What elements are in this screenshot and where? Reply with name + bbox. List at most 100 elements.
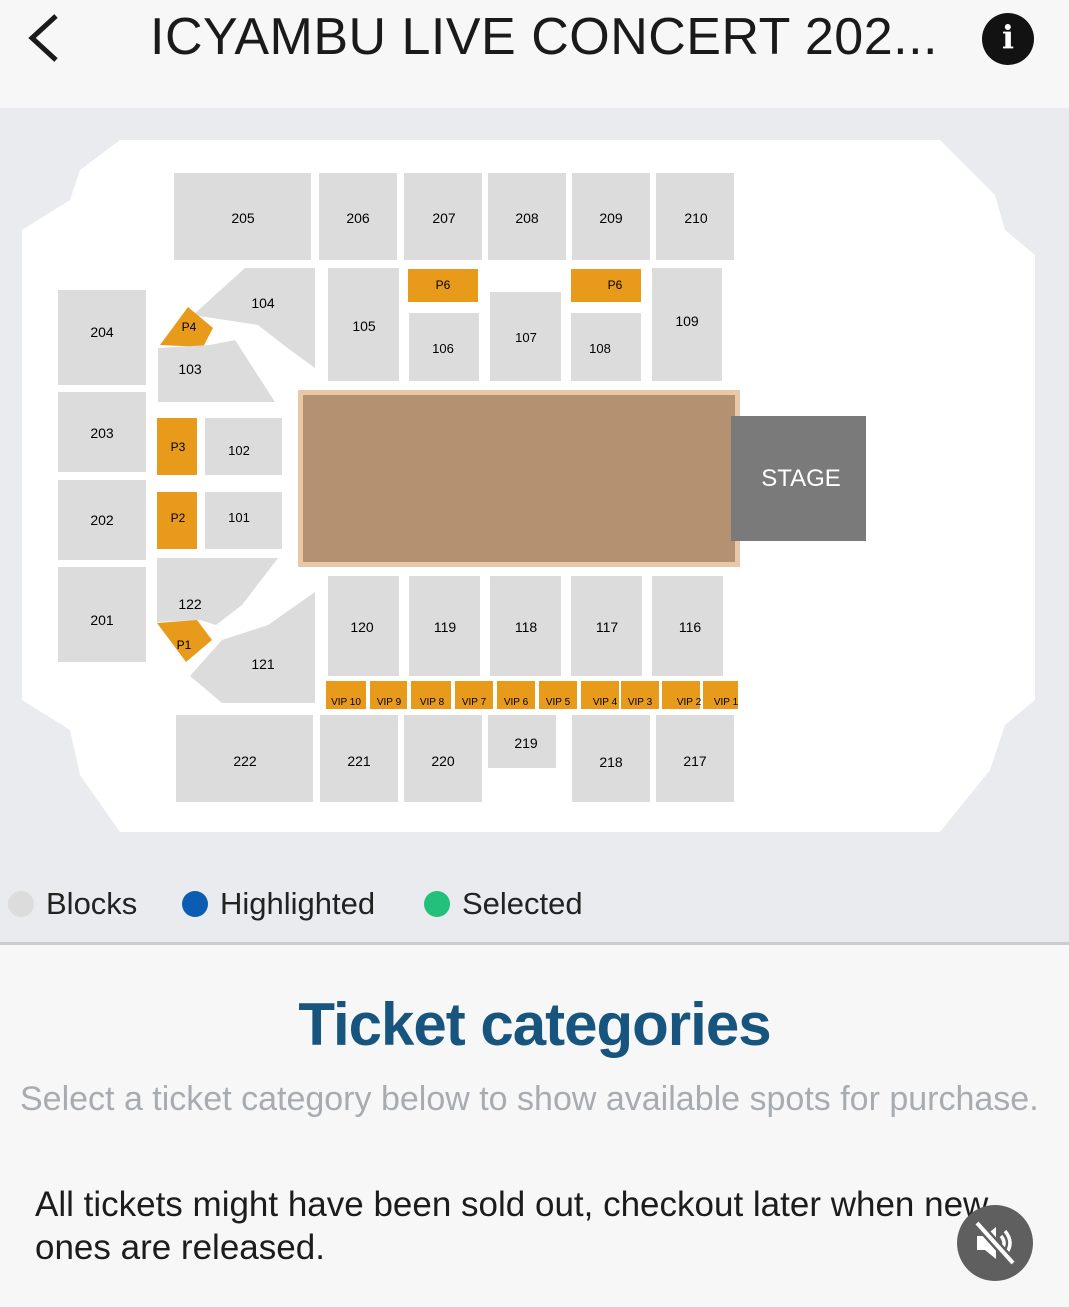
back-button[interactable] xyxy=(22,10,72,66)
svg-text:VIP 6: VIP 6 xyxy=(504,697,529,708)
section-116[interactable]: 116 xyxy=(652,576,723,676)
svg-text:121: 121 xyxy=(251,656,275,672)
svg-text:P6: P6 xyxy=(608,278,623,292)
svg-text:222: 222 xyxy=(233,753,257,769)
section-106[interactable]: 106 xyxy=(409,313,479,381)
legend-highlighted: Highlighted xyxy=(182,886,375,922)
svg-text:220: 220 xyxy=(431,753,455,769)
section-109[interactable]: 109 xyxy=(652,268,722,381)
svg-text:VIP 10: VIP 10 xyxy=(331,697,361,708)
section-105[interactable]: 105 xyxy=(328,268,399,381)
svg-text:VIP 1: VIP 1 xyxy=(714,697,739,708)
info-icon: i xyxy=(1001,18,1015,56)
floor-area[interactable] xyxy=(298,390,740,567)
svg-text:106: 106 xyxy=(432,341,454,356)
svg-text:202: 202 xyxy=(90,512,114,528)
section-207[interactable]: 207 xyxy=(404,173,482,260)
legend-highlighted-label: Highlighted xyxy=(220,886,376,921)
section-120[interactable]: 120 xyxy=(328,576,399,676)
section-218[interactable]: 218 xyxy=(572,715,650,802)
section-108[interactable]: 108 xyxy=(571,313,641,381)
svg-text:117: 117 xyxy=(596,619,619,635)
section-220[interactable]: 220 xyxy=(404,715,482,802)
section-p6-left[interactable]: P6 xyxy=(408,269,478,302)
section-209[interactable]: 209 xyxy=(572,173,650,260)
section-217[interactable]: 217 xyxy=(656,715,734,802)
svg-text:104: 104 xyxy=(251,295,275,311)
svg-text:VIP 2: VIP 2 xyxy=(677,697,702,708)
svg-text:221: 221 xyxy=(347,753,371,769)
svg-text:VIP 4: VIP 4 xyxy=(593,697,618,708)
section-vip4[interactable]: VIP 4 xyxy=(581,681,619,709)
section-202[interactable]: 202 xyxy=(58,480,146,560)
mute-button[interactable] xyxy=(957,1205,1033,1281)
info-button[interactable]: i xyxy=(982,13,1034,65)
section-vip5[interactable]: VIP 5 xyxy=(539,681,577,709)
svg-text:210: 210 xyxy=(684,210,708,226)
selected-dot xyxy=(424,891,450,917)
section-222[interactable]: 222 xyxy=(176,715,313,802)
svg-text:218: 218 xyxy=(599,754,623,770)
speaker-muted-icon xyxy=(973,1219,1017,1267)
section-221[interactable]: 221 xyxy=(320,715,398,802)
section-201[interactable]: 201 xyxy=(58,567,146,662)
section-vip6[interactable]: VIP 6 xyxy=(497,681,535,709)
svg-text:205: 205 xyxy=(231,210,255,226)
section-204[interactable]: 204 xyxy=(58,290,146,385)
venue-map-svg: 205 206 207 208 209 210 204 203 202 201 … xyxy=(22,140,1035,832)
section-101[interactable]: 101 xyxy=(205,492,282,549)
section-219[interactable]: 219 xyxy=(488,715,556,768)
section-p3[interactable]: P3 xyxy=(157,418,197,475)
seating-map: 205 206 207 208 209 210 204 203 202 201 … xyxy=(0,108,1069,942)
section-118[interactable]: 118 xyxy=(490,576,561,676)
section-vip1[interactable]: VIP 1 xyxy=(703,681,739,709)
svg-text:219: 219 xyxy=(514,735,538,751)
chevron-left-icon xyxy=(28,14,58,62)
svg-text:VIP 3: VIP 3 xyxy=(628,697,653,708)
section-102[interactable]: 102 xyxy=(205,418,282,475)
svg-text:120: 120 xyxy=(350,619,374,635)
highlighted-dot xyxy=(182,891,208,917)
section-p6-right[interactable]: P6 xyxy=(571,269,641,302)
legend-blocks-label: Blocks xyxy=(46,886,138,921)
section-vip8[interactable]: VIP 8 xyxy=(411,681,451,709)
section-205[interactable]: 205 xyxy=(174,173,311,260)
svg-text:105: 105 xyxy=(352,318,376,334)
map-legend: Blocks Highlighted Selected xyxy=(0,864,1069,945)
section-203[interactable]: 203 xyxy=(58,392,146,472)
section-vip2[interactable]: VIP 2 xyxy=(662,681,702,709)
svg-text:118: 118 xyxy=(515,619,538,635)
legend-blocks: Blocks xyxy=(8,886,137,922)
svg-text:217: 217 xyxy=(683,753,707,769)
svg-text:109: 109 xyxy=(675,313,699,329)
section-119[interactable]: 119 xyxy=(409,576,480,676)
section-vip7[interactable]: VIP 7 xyxy=(455,681,493,709)
page-title: ICYAMBU LIVE CONCERT 202... xyxy=(150,8,938,66)
svg-text:P2: P2 xyxy=(171,511,186,525)
svg-text:P1: P1 xyxy=(177,638,192,652)
svg-text:P3: P3 xyxy=(171,440,186,454)
svg-text:208: 208 xyxy=(515,210,539,226)
section-vip3[interactable]: VIP 3 xyxy=(621,681,659,709)
stage: STAGE xyxy=(731,416,866,541)
section-vip9[interactable]: VIP 9 xyxy=(370,681,407,709)
section-vip10[interactable]: VIP 10 xyxy=(326,681,366,709)
svg-text:203: 203 xyxy=(90,425,114,441)
svg-text:122: 122 xyxy=(178,596,202,612)
section-206[interactable]: 206 xyxy=(319,173,397,260)
svg-text:VIP 7: VIP 7 xyxy=(462,697,487,708)
ticket-categories-subtitle: Select a ticket category below to show a… xyxy=(20,1080,1039,1118)
blocks-dot xyxy=(8,891,34,917)
section-210[interactable]: 210 xyxy=(656,173,734,260)
svg-text:107: 107 xyxy=(515,330,537,345)
section-107[interactable]: 107 xyxy=(490,292,561,381)
section-p2[interactable]: P2 xyxy=(157,492,197,549)
svg-text:101: 101 xyxy=(228,510,250,525)
section-208[interactable]: 208 xyxy=(488,173,566,260)
svg-text:108: 108 xyxy=(589,341,611,356)
svg-text:206: 206 xyxy=(346,210,370,226)
section-117[interactable]: 117 xyxy=(571,576,642,676)
svg-text:STAGE: STAGE xyxy=(761,465,841,492)
svg-text:102: 102 xyxy=(228,443,250,458)
svg-text:VIP 5: VIP 5 xyxy=(546,697,571,708)
